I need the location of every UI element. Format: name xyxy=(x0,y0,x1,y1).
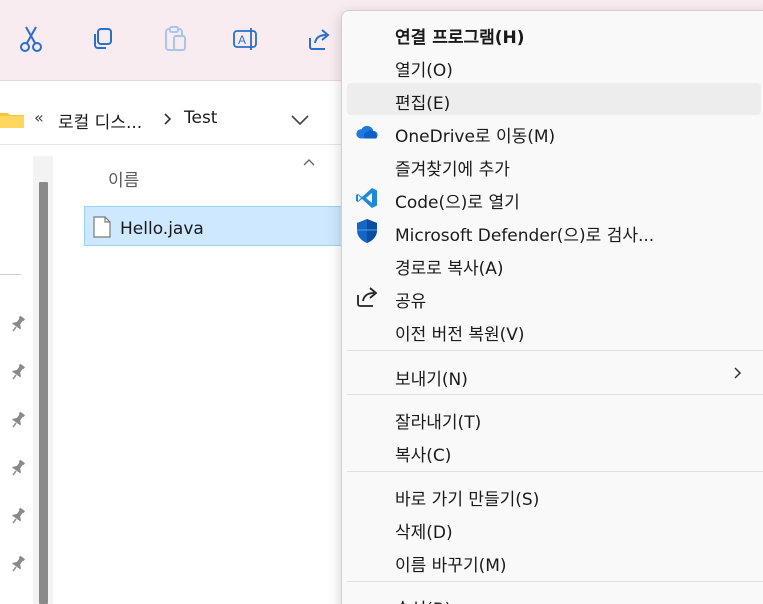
menu-item-label: 이름 바꾸기(M) xyxy=(395,556,507,576)
menu-item-label: 공유 xyxy=(395,292,427,312)
file-name: Hello.java xyxy=(120,219,204,239)
menu-item-open[interactable]: 열기(O) xyxy=(347,50,761,82)
pin-icon[interactable] xyxy=(10,459,26,481)
menu-item-open-code[interactable]: Code(으)로 열기 xyxy=(347,182,761,214)
pin-icon[interactable] xyxy=(10,411,26,433)
chevron-right-icon[interactable] xyxy=(163,111,173,130)
cut-icon xyxy=(20,26,42,52)
file-icon xyxy=(93,216,111,242)
menu-item-label: Microsoft Defender(으)로 검사... xyxy=(395,226,655,246)
menu-item-open-with[interactable]: 연결 프로그램(H) xyxy=(347,17,761,49)
menu-item-share[interactable]: 공유 xyxy=(347,281,761,313)
menu-item-label: 삭제(D) xyxy=(395,523,453,543)
pin-icon[interactable] xyxy=(10,555,26,577)
menu-separator xyxy=(347,350,763,351)
paste-icon xyxy=(165,26,186,51)
menu-item-label: 잘라내기(T) xyxy=(395,413,482,433)
menu-item-label: 복사(C) xyxy=(395,446,452,466)
nav-divider xyxy=(0,274,21,275)
menu-item-copy-path[interactable]: 경로로 복사(A) xyxy=(347,248,761,280)
menu-item-label: 보내기(N) xyxy=(395,370,468,390)
nav-scrollbar-thumb[interactable] xyxy=(39,182,48,604)
copy-button[interactable] xyxy=(85,22,119,56)
menu-item-move-onedrive[interactable]: OneDrive로 이동(M) xyxy=(347,116,761,148)
menu-item-delete[interactable]: 삭제(D) xyxy=(347,512,761,544)
menu-item-label: Code(으)로 열기 xyxy=(395,193,520,213)
file-explorer-window: A « 로컬 디스... Test 이름 Hello.java 연결 프로그램(… xyxy=(0,0,763,604)
menu-item-send-to[interactable]: 보내기(N) xyxy=(347,359,761,391)
column-header-name[interactable]: 이름 xyxy=(108,166,139,191)
menu-item-copy[interactable]: 복사(C) xyxy=(347,435,761,467)
menu-item-rename[interactable]: 이름 바꾸기(M) xyxy=(347,545,761,577)
file-row[interactable]: Hello.java xyxy=(84,206,344,246)
menu-item-defender-scan[interactable]: Microsoft Defender(으)로 검사... xyxy=(347,215,761,247)
menu-item-label: 이전 버전 복원(V) xyxy=(395,325,525,345)
menu-item-label: 속성(R) xyxy=(395,595,451,604)
menu-item-edit[interactable]: 편집(E) xyxy=(347,83,761,115)
menu-item-properties[interactable]: 속성(R) xyxy=(347,589,761,604)
breadcrumb-local-disk[interactable]: 로컬 디스... xyxy=(58,108,142,133)
context-menu: 연결 프로그램(H) 열기(O) 편집(E) OneDrive로 이동(M) 즐… xyxy=(341,10,763,604)
pin-icon[interactable] xyxy=(10,363,26,385)
chevron-right-icon xyxy=(733,365,743,384)
menu-separator xyxy=(347,581,763,582)
breadcrumb-test[interactable]: Test xyxy=(184,108,217,128)
menu-separator xyxy=(347,471,763,472)
menu-item-label: 열기(O) xyxy=(395,61,453,81)
share-icon xyxy=(309,29,330,50)
pin-icon[interactable] xyxy=(10,507,26,529)
share-icon xyxy=(355,285,379,309)
cut-button[interactable] xyxy=(14,22,48,56)
folder-icon xyxy=(0,110,24,132)
vscode-icon xyxy=(355,186,379,210)
menu-item-label: 편집(E) xyxy=(395,94,451,114)
menu-separator xyxy=(347,394,763,395)
pin-icon[interactable] xyxy=(10,315,26,337)
address-bar[interactable]: « 로컬 디스... Test xyxy=(0,81,342,143)
onedrive-icon xyxy=(355,120,379,144)
header-divider xyxy=(0,144,342,145)
menu-item-cut[interactable]: 잘라내기(T) xyxy=(347,402,761,434)
sort-up-icon xyxy=(302,152,316,171)
svg-text:A: A xyxy=(238,33,246,47)
paste-button[interactable] xyxy=(158,22,192,56)
menu-item-label: 바로 가기 만들기(S) xyxy=(395,490,540,510)
menu-item-add-favorites[interactable]: 즐겨찾기에 추가 xyxy=(347,149,761,181)
copy-icon xyxy=(94,28,112,49)
breadcrumb-overflow[interactable]: « xyxy=(34,108,44,127)
chevron-down-icon[interactable] xyxy=(290,111,310,130)
rename-icon: A xyxy=(233,28,257,50)
menu-item-label: 경로로 복사(A) xyxy=(395,259,504,279)
menu-item-label: 연결 프로그램(H) xyxy=(395,28,525,48)
menu-item-restore-versions[interactable]: 이전 버전 복원(V) xyxy=(347,314,761,346)
share-button[interactable] xyxy=(302,22,336,56)
menu-item-label: OneDrive로 이동(M) xyxy=(395,127,556,147)
menu-item-create-shortcut[interactable]: 바로 가기 만들기(S) xyxy=(347,479,761,511)
defender-icon xyxy=(355,219,379,243)
rename-button[interactable]: A xyxy=(229,22,263,56)
menu-item-label: 즐겨찾기에 추가 xyxy=(395,160,510,180)
